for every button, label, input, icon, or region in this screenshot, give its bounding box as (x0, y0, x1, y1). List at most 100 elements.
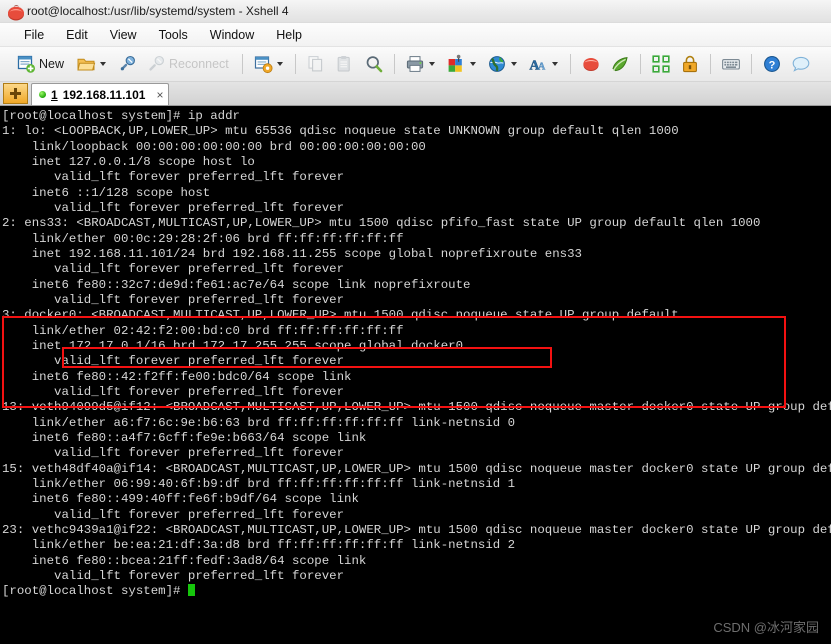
session-tab-label: 192.168.11.101 (62, 87, 146, 102)
font-size-icon: A A (528, 54, 548, 74)
font-size-chevron-down-icon[interactable] (551, 62, 558, 66)
terminal-prompt: [root@localhost system]# (2, 584, 188, 599)
paste-icon (335, 54, 355, 74)
tab-bar: 1 192.168.11.101 × (0, 82, 831, 106)
copy-icon (306, 54, 326, 74)
watermark: CSDN @冰河家园 (713, 620, 819, 635)
terminal-line: valid_lft forever preferred_lft forever (2, 446, 345, 461)
xftp-button[interactable] (606, 50, 634, 78)
terminal-line: 13: veth94099d5@if12: <BROADCAST,MULTICA… (2, 400, 831, 415)
find-magnifier-icon (364, 54, 384, 74)
session-tab-1[interactable]: 1 192.168.11.101 × (31, 83, 170, 105)
terminal-line: 23: vethc9439a1@if22: <BROADCAST,MULTICA… (2, 522, 831, 537)
disconnect-button[interactable]: Reconnect (142, 50, 236, 78)
find-button[interactable] (360, 50, 388, 78)
svg-text:A: A (538, 61, 546, 72)
help-icon: ? (762, 54, 782, 74)
session-tab-index: 1 (51, 88, 58, 102)
menu-file[interactable]: File (14, 26, 54, 44)
xshell-button[interactable] (577, 50, 605, 78)
globe-icon (487, 54, 507, 74)
chat-button[interactable] (787, 50, 815, 78)
terminal-cursor (187, 584, 196, 597)
keyboard-icon (721, 54, 741, 74)
reconnect-label: Reconnect (169, 57, 229, 71)
terminal-line: valid_lft forever preferred_lft forever (2, 507, 345, 522)
print-chevron-down-icon[interactable] (428, 62, 435, 66)
print-icon (405, 54, 425, 74)
terminal-line: valid_lft forever preferred_lft forever (2, 262, 345, 277)
print-button[interactable] (401, 50, 441, 78)
terminal-line: inet 172.17.0.1/16 brd 172.17.255.255 sc… (2, 338, 464, 353)
svg-text:?: ? (768, 60, 775, 72)
terminal-line: link/loopback 00:00:00:00:00:00 brd 00:0… (2, 139, 426, 154)
terminal-line: valid_lft forever preferred_lft forever (2, 354, 345, 369)
connect-plug-icon (117, 54, 137, 74)
toolbar-separator-3 (393, 54, 395, 74)
terminal-line: link/ether 06:99:40:6f:b9:df brd ff:ff:f… (2, 476, 516, 491)
terminal-line: 15: veth48df40a@if14: <BROADCAST,MULTICA… (2, 461, 831, 476)
terminal-line: inet 127.0.0.1/8 scope host lo (2, 154, 255, 169)
menu-window[interactable]: Window (200, 26, 264, 44)
lock-icon (680, 54, 700, 74)
terminal-line: 2: ens33: <BROADCAST,MULTICAST,UP,LOWER_… (2, 216, 761, 231)
paste-button[interactable] (331, 50, 359, 78)
plus-icon-vertical (14, 88, 17, 99)
chat-icon (791, 54, 811, 74)
terminal-line: link/ether a6:f7:6c:9e:b6:63 brd ff:ff:f… (2, 415, 516, 430)
file-transfer-icon (253, 54, 273, 74)
copy-button[interactable] (302, 50, 330, 78)
terminal-line: inet6 fe80::bcea:21ff:fedf:3ad8/64 scope… (2, 553, 367, 568)
terminal-line: inet6 fe80::499:40ff:fe6f:b9df/64 scope … (2, 492, 359, 507)
toolbar-separator-5 (639, 54, 641, 74)
lock-button[interactable] (676, 50, 704, 78)
file-transfer-button[interactable] (249, 50, 289, 78)
help-button[interactable]: ? (758, 50, 786, 78)
new-session-icon (16, 54, 36, 74)
toolbar-separator-7 (750, 54, 752, 74)
keyboard-button[interactable] (717, 50, 745, 78)
connect-button[interactable] (113, 50, 141, 78)
color-scheme-chevron-down-icon[interactable] (469, 62, 476, 66)
toolbar-separator-1 (241, 54, 243, 74)
fullscreen-button[interactable] (647, 50, 675, 78)
fullscreen-icon (651, 54, 671, 74)
menu-bar: File Edit View Tools Window Help (0, 23, 831, 47)
terminal-line: link/ether 02:42:f2:00:bd:c0 brd ff:ff:f… (2, 323, 404, 338)
new-session-button[interactable]: New (12, 50, 71, 78)
open-session-button[interactable] (72, 50, 112, 78)
open-session-chevron-down-icon[interactable] (100, 62, 107, 66)
xshell-icon (581, 54, 601, 74)
xshell-logo-icon (6, 3, 24, 21)
terminal-line: inet6 fe80::32c7:de9d:fe61:ac7e/64 scope… (2, 277, 471, 292)
terminal-panel[interactable]: [root@localhost system]# ip addr 1: lo: <… (0, 106, 831, 644)
terminal-line: inet6 fe80::a4f7:6cff:fe9e:b663/64 scope… (2, 430, 367, 445)
font-size-button[interactable]: A A (524, 50, 564, 78)
title-bar: root@localhost:/usr/lib/systemd/system -… (0, 0, 831, 23)
menu-view[interactable]: View (100, 26, 147, 44)
menu-edit[interactable]: Edit (56, 26, 98, 44)
terminal-output: [root@localhost system]# ip addr 1: lo: <… (0, 106, 831, 600)
terminal-line: [root@localhost system]# ip addr (2, 109, 240, 123)
menu-help[interactable]: Help (266, 26, 312, 44)
xshell-window: root@localhost:/usr/lib/systemd/system -… (0, 0, 831, 644)
menu-tools[interactable]: Tools (149, 26, 198, 44)
tab-close-icon[interactable]: × (156, 89, 163, 101)
file-transfer-chevron-down-icon[interactable] (276, 62, 283, 66)
toolbar-separator-4 (569, 54, 571, 74)
open-folder-icon (76, 54, 96, 74)
toolbar-separator-6 (709, 54, 711, 74)
terminal-line: 1: lo: <LOOPBACK,UP,LOWER_UP> mtu 65536 … (2, 124, 679, 139)
terminal-line: valid_lft forever preferred_lft forever (2, 200, 345, 215)
tab-index-value: 1 (51, 87, 58, 102)
color-scheme-button[interactable] (442, 50, 482, 78)
toolbar-separator-2 (294, 54, 296, 74)
terminal-line: link/ether be:ea:21:df:3a:d8 brd ff:ff:f… (2, 538, 516, 553)
terminal-line: valid_lft forever preferred_lft forever (2, 384, 345, 399)
globe-button[interactable] (483, 50, 523, 78)
terminal-line: inet6 ::1/128 scope host (2, 185, 211, 200)
toolbar: New Reconnect A A ? (0, 47, 831, 82)
globe-chevron-down-icon[interactable] (510, 62, 517, 66)
terminal-line: valid_lft forever preferred_lft forever (2, 568, 345, 583)
new-tab-button[interactable] (3, 83, 28, 104)
